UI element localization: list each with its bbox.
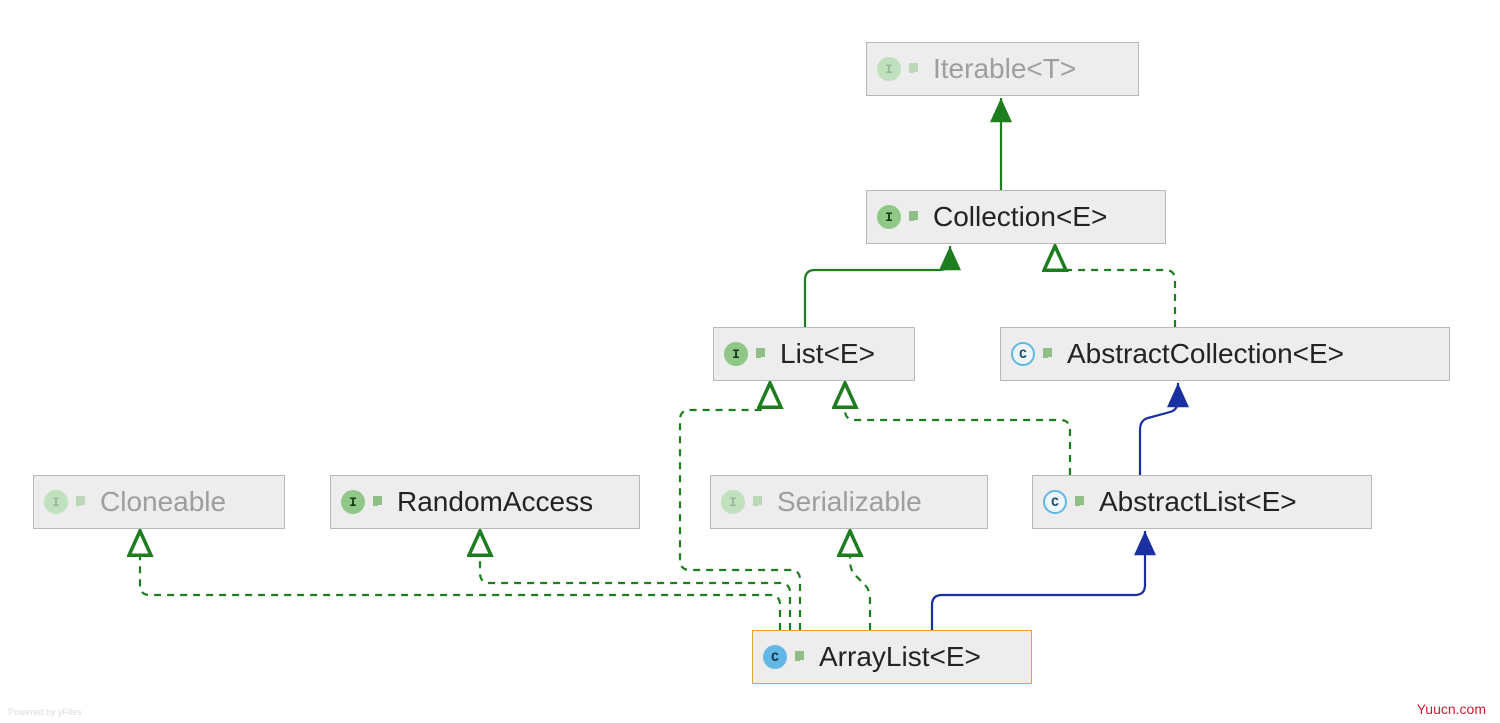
interface-badge: I [877,205,901,229]
node-list[interactable]: I List<E> [713,327,915,381]
lock-icon [1041,347,1055,361]
lock-icon [907,62,921,76]
node-serializable[interactable]: I Serializable [710,475,988,529]
lock-icon [907,210,921,224]
node-arraylist[interactable]: C ArrayList<E> [752,630,1032,684]
node-label: Iterable<T> [933,53,1076,85]
edge-arraylist-abstractlist [932,531,1145,630]
node-label: ArrayList<E> [819,641,981,673]
lock-icon [793,650,807,664]
class-badge: C [1043,490,1067,514]
interface-badge: I [44,490,68,514]
lock-icon [371,495,385,509]
interface-badge: I [341,490,365,514]
lock-icon [754,347,768,361]
node-abstractcollection[interactable]: C AbstractCollection<E> [1000,327,1450,381]
edge-list-collection [805,246,950,327]
edge-abstractcollection-collection [1055,246,1175,327]
node-iterable[interactable]: I Iterable<T> [866,42,1139,96]
node-label: List<E> [780,338,875,370]
node-abstractlist[interactable]: C AbstractList<E> [1032,475,1372,529]
lock-icon [751,495,765,509]
powered-by-label: Powered by yFiles [8,707,82,717]
node-label: Collection<E> [933,201,1107,233]
edge-abstractlist-list [845,383,1070,475]
node-cloneable[interactable]: I Cloneable [33,475,285,529]
interface-badge: I [877,57,901,81]
class-badge: C [763,645,787,669]
interface-badge: I [721,490,745,514]
edge-abstractlist-abstractcollection [1140,383,1178,475]
edge-arraylist-serializable [850,531,870,630]
node-randomaccess[interactable]: I RandomAccess [330,475,640,529]
class-badge: C [1011,342,1035,366]
site-watermark: Yuucn.com [1417,701,1486,717]
lock-icon [74,495,88,509]
node-label: Serializable [777,486,922,518]
node-label: AbstractCollection<E> [1067,338,1344,370]
node-label: RandomAccess [397,486,593,518]
node-label: Cloneable [100,486,226,518]
node-collection[interactable]: I Collection<E> [866,190,1166,244]
edge-arraylist-randomaccess [480,531,790,630]
lock-icon [1073,495,1087,509]
node-label: AbstractList<E> [1099,486,1297,518]
edge-arraylist-cloneable [140,531,780,630]
interface-badge: I [724,342,748,366]
